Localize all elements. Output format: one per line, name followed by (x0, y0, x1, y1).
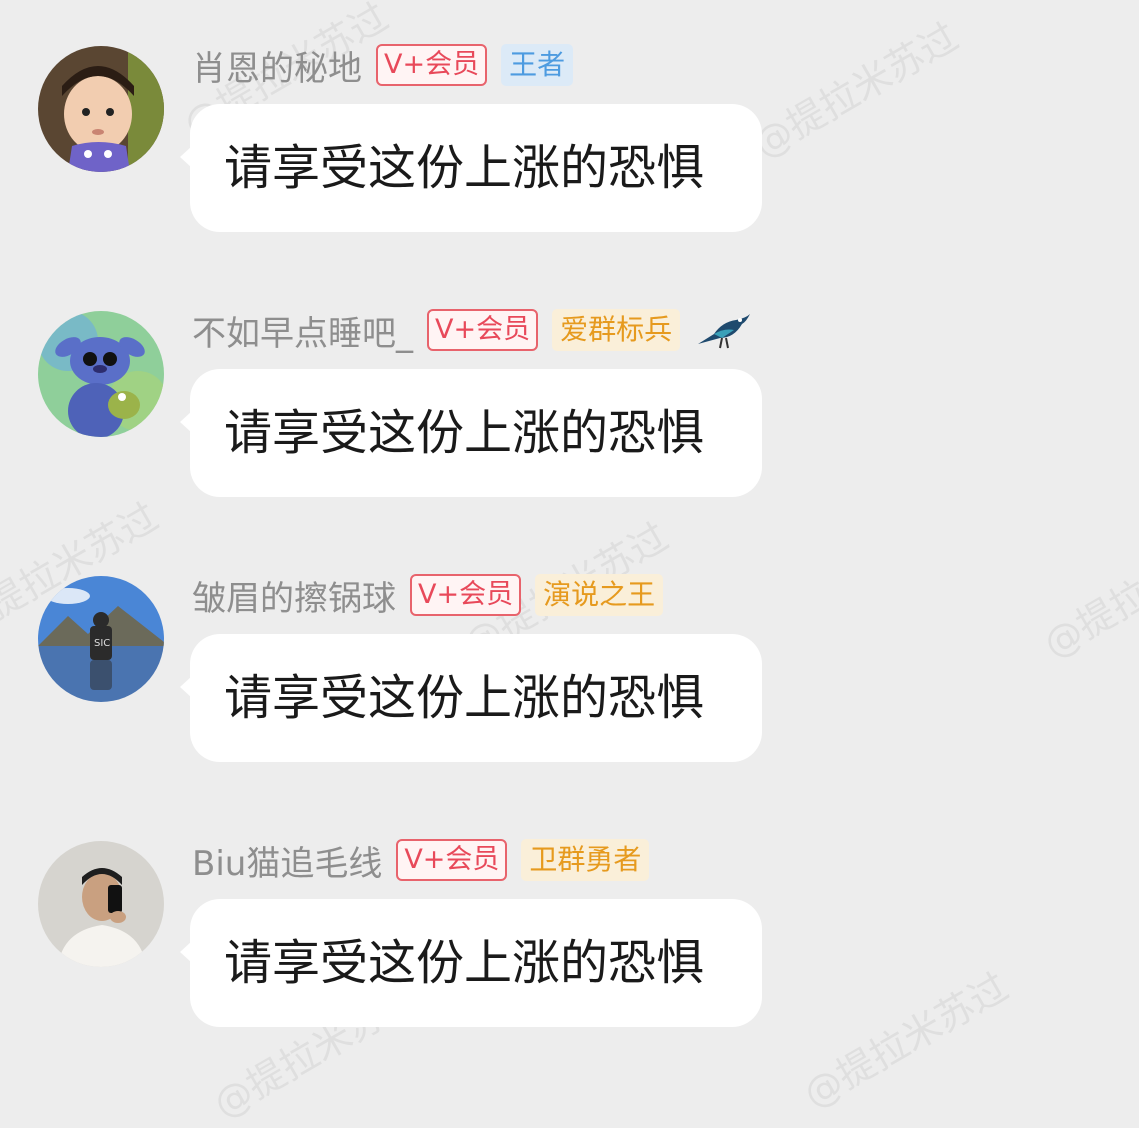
comment-header: Biu猫追毛线 V+会员 卫群勇者 (192, 835, 650, 885)
comment-item: 不如早点睡吧_ V+会员 爱群标兵 请享受这份上涨的恐惧 (0, 265, 1139, 530)
title-badge: 爱群标兵 (552, 309, 681, 351)
baby-avatar-icon[interactable] (38, 46, 164, 172)
comment-item: SIC 皱眉的擦锅球 V+会员 演说之王 请享受这份上涨的恐惧 (0, 530, 1139, 795)
bird-icon (698, 314, 751, 349)
message-bubble[interactable]: 请享受这份上涨的恐惧 (180, 369, 762, 497)
vip-badge: V+会员 (410, 574, 522, 616)
landscape-avatar-icon[interactable]: SIC (38, 576, 164, 702)
username[interactable]: 不如早点睡吧_ (192, 306, 413, 355)
username[interactable]: 皱眉的擦锅球 (192, 571, 396, 620)
comment-header: 肖恩的秘地 V+会员 王者 (192, 40, 574, 90)
message-bubble[interactable]: 请享受这份上涨的恐惧 (180, 899, 762, 1027)
title-badge: 演说之王 (535, 574, 664, 616)
comment-item: Biu猫追毛线 V+会员 卫群勇者 请享受这份上涨的恐惧 (0, 795, 1139, 1060)
comment-header: 不如早点睡吧_ V+会员 爱群标兵 (192, 305, 752, 355)
comment-header: 皱眉的擦锅球 V+会员 演说之王 (192, 570, 664, 620)
username[interactable]: 肖恩的秘地 (192, 41, 362, 90)
selfie-avatar-icon[interactable] (38, 841, 164, 967)
message-bubble[interactable]: 请享受这份上涨的恐惧 (180, 104, 762, 232)
vip-badge: V+会员 (427, 309, 539, 351)
title-badge: 卫群勇者 (521, 839, 650, 881)
message-text: 请享受这份上涨的恐惧 (224, 935, 705, 991)
message-text: 请享受这份上涨的恐惧 (224, 140, 705, 196)
message-text: 请享受这份上涨的恐惧 (224, 405, 705, 461)
message-bubble[interactable]: 请享受这份上涨的恐惧 (180, 634, 762, 762)
username[interactable]: Biu猫追毛线 (192, 836, 382, 885)
comment-item: 肖恩的秘地 V+会员 王者 请享受这份上涨的恐惧 (0, 0, 1139, 265)
stitch-avatar-icon[interactable] (38, 311, 164, 437)
vip-badge: V+会员 (396, 839, 508, 881)
vip-badge: V+会员 (376, 44, 488, 86)
svg-text:SIC: SIC (94, 638, 110, 649)
message-text: 请享受这份上涨的恐惧 (224, 670, 705, 726)
title-badge: 王者 (501, 44, 574, 86)
